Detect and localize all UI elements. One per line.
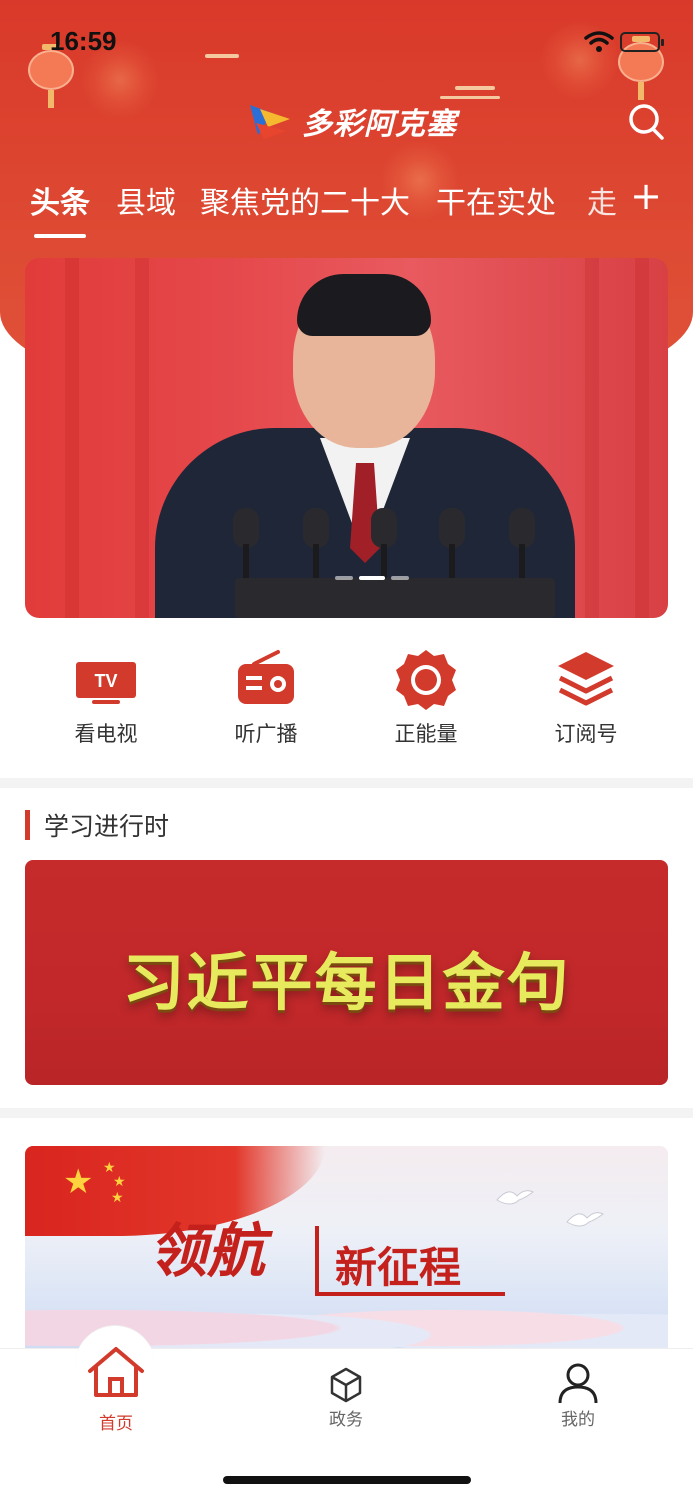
nav-label-profile: 我的: [561, 1410, 595, 1430]
section-divider: [0, 1108, 693, 1118]
dove-icon: [566, 1212, 604, 1227]
section-title: 学习进行时: [44, 812, 170, 841]
speaker-hair: [297, 274, 431, 336]
quick-item-subscribe[interactable]: 订阅号: [516, 640, 656, 760]
government-icon: [330, 1367, 362, 1403]
profile-icon: [558, 1363, 598, 1404]
quick-label-tv: 看电视: [74, 722, 138, 746]
tab-party-congress[interactable]: 聚焦党的二十大: [200, 178, 410, 222]
channel-tabs: 头条 县域 聚焦党的二十大 干在实处 走 +: [0, 174, 693, 248]
tv-icon: TV: [76, 662, 136, 704]
carousel-dot-active[interactable]: [359, 576, 385, 580]
star-icon: ★: [113, 1174, 126, 1190]
dove-icon: [496, 1190, 534, 1205]
curtain-fold: [585, 258, 599, 618]
hero-carousel[interactable]: [25, 258, 668, 618]
nav-home[interactable]: 首页: [56, 1347, 176, 1439]
nav-label-government: 政务: [329, 1410, 363, 1430]
carousel-dot[interactable]: [335, 576, 353, 580]
home-indicator: [223, 1476, 471, 1484]
decoration-line: [455, 86, 495, 90]
tab-partial[interactable]: 走: [587, 178, 617, 222]
section-accent-bar: [25, 810, 30, 840]
promo-lead-text: 领航: [149, 1217, 266, 1285]
energy-icon: [396, 650, 456, 710]
quick-item-tv[interactable]: TV 看电视: [36, 640, 176, 760]
tab-overflow: 走: [580, 178, 620, 222]
svg-text:TV: TV: [94, 671, 117, 691]
logo-mark-icon: [250, 105, 290, 139]
section-divider: [0, 778, 693, 788]
quick-label-radio: 听广播: [234, 722, 298, 746]
quick-label-subscribe: 订阅号: [554, 722, 618, 746]
radio-icon: [238, 650, 294, 704]
active-tab-indicator: [34, 234, 86, 238]
wifi-icon: [584, 31, 614, 52]
curtain-fold: [135, 258, 149, 618]
search-icon[interactable]: [626, 102, 666, 142]
quick-item-radio[interactable]: 听广播: [196, 640, 336, 760]
carousel-dots: [335, 576, 411, 582]
carousel-dot[interactable]: [391, 576, 409, 580]
section-header: 学习进行时: [25, 808, 169, 842]
tab-county[interactable]: 县域: [116, 178, 176, 222]
promo-card[interactable]: ★ ★ ★ ★ 领航 新征程: [25, 1146, 668, 1356]
tab-headlines[interactable]: 头条: [30, 178, 90, 222]
nav-government[interactable]: 政务: [286, 1349, 406, 1439]
study-card[interactable]: 习近平每日金句: [25, 860, 668, 1085]
app-name: 多彩阿克塞: [302, 107, 457, 142]
star-icon: ★: [63, 1162, 94, 1202]
star-icon: ★: [111, 1190, 124, 1206]
status-bar: 16:59: [0, 22, 693, 62]
quick-item-energy[interactable]: 正能量: [356, 640, 496, 760]
add-tab-button[interactable]: +: [628, 174, 664, 218]
curtain-fold: [65, 258, 79, 618]
study-card-headline: 习近平每日金句: [122, 946, 571, 1019]
promo-sub-text: 新征程: [335, 1243, 462, 1292]
app-logo: 多彩阿克塞: [246, 98, 457, 144]
status-time: 16:59: [50, 26, 117, 56]
tab-practical-work[interactable]: 干在实处: [436, 178, 556, 222]
nav-profile[interactable]: 我的: [518, 1349, 638, 1439]
podium: [235, 578, 555, 618]
battery-icon: [620, 32, 664, 52]
home-icon: [88, 1347, 144, 1397]
curtain-fold: [635, 258, 649, 618]
subscribe-icon: [558, 652, 614, 706]
quick-label-energy: 正能量: [394, 722, 458, 746]
nav-label-home: 首页: [99, 1414, 133, 1434]
quick-menu: TV 看电视 听广播 正能量 订阅号: [0, 640, 693, 770]
